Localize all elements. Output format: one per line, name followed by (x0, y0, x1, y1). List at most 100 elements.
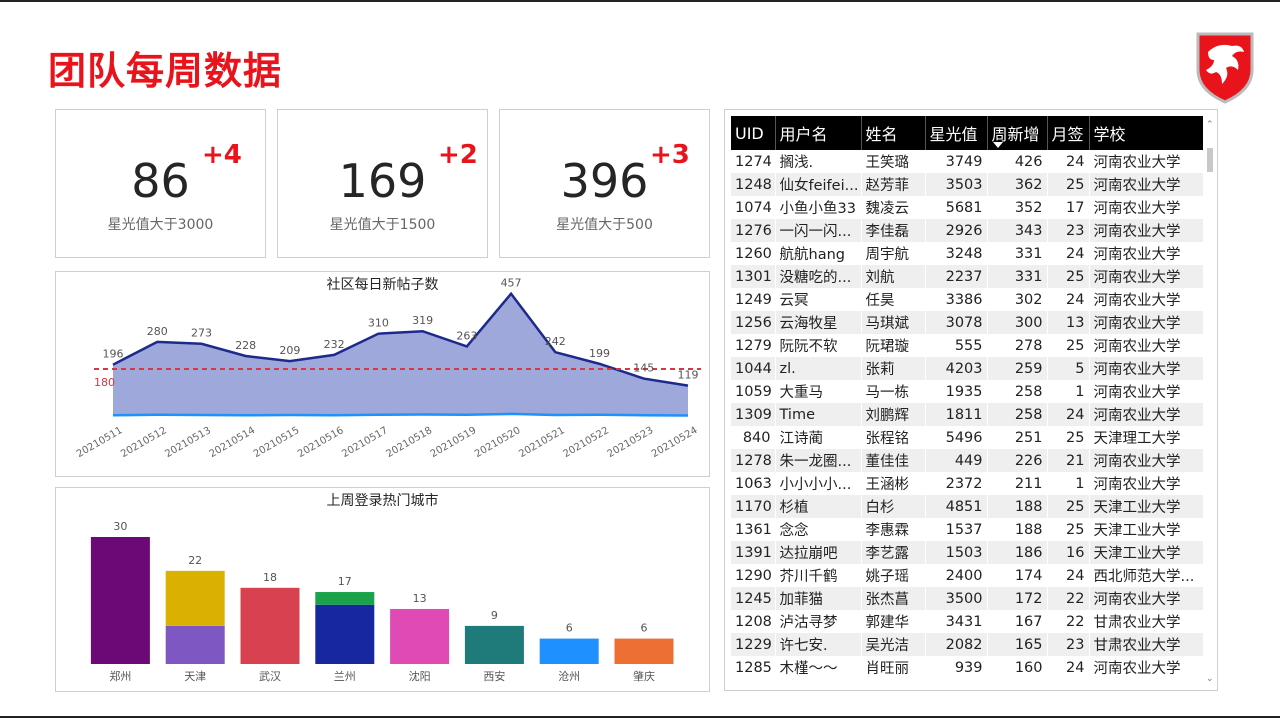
daily-posts-chart: 社区每日新帖子数 180 196 280 273 228 209 232 310 319 263 4… (55, 271, 710, 477)
table-cell: 河南农业大学 (1088, 656, 1203, 679)
table-cell: 肖旺丽 (860, 656, 925, 679)
table-cell: 17 (1046, 196, 1089, 219)
table-cell: 1044 (731, 357, 775, 380)
table-cell: 周宇航 (860, 242, 925, 265)
table-cell: 13 (1046, 311, 1089, 334)
table-cell: 达拉崩吧 (774, 541, 861, 564)
table-cell: 259 (986, 357, 1047, 380)
table-cell: 362 (986, 173, 1047, 196)
data-label: 319 (412, 314, 433, 327)
column-header[interactable]: 学校 (1088, 116, 1203, 150)
table-cell: 1074 (731, 196, 775, 219)
table-row[interactable]: 1208 泸沽寻梦 郭建华 3431 167 22 甘肃农业大学 (731, 610, 1203, 633)
table-cell: 天津工业大学 (1088, 541, 1203, 564)
table-row[interactable]: 1260 航航hang 周宇航 3248 331 24 河南农业大学 (731, 242, 1203, 265)
scroll-thumb[interactable] (1207, 148, 1213, 172)
table-cell: 甘肃农业大学 (1088, 610, 1203, 633)
table-cell: 3431 (924, 610, 987, 633)
table-cell: 167 (986, 610, 1047, 633)
table-cell: 董佳佳 (860, 449, 925, 472)
x-tick-label: 20210517 (340, 425, 390, 460)
table-row[interactable]: 1301 没糖吃的... 刘航 2237 331 25 河南农业大学 (731, 265, 1203, 288)
table-cell: 河南农业大学 (1088, 334, 1203, 357)
table-cell: 251 (986, 426, 1047, 449)
x-tick-label: 兰州 (334, 670, 356, 683)
table-row[interactable]: 1391 达拉崩吧 李艺露 1503 186 16 天津工业大学 (731, 541, 1203, 564)
table-row[interactable]: 1249 云冥 任昊 3386 302 24 河南农业大学 (731, 288, 1203, 311)
table-row[interactable]: 1276 一闪一闪... 李佳磊 2926 343 23 河南农业大学 (731, 219, 1203, 242)
table-cell: 5 (1046, 357, 1089, 380)
table-cell: 河南农业大学 (1088, 357, 1203, 380)
bar-segment (240, 587, 300, 664)
table-cell: 马琪斌 (860, 311, 925, 334)
table-cell: 1063 (731, 472, 775, 495)
bar-value-label: 18 (263, 571, 277, 584)
data-label: 273 (191, 327, 212, 340)
table-cell: 2400 (924, 564, 987, 587)
column-header[interactable]: 周新增 (986, 116, 1047, 150)
table-cell: 1301 (731, 265, 775, 288)
table-cell: 1208 (731, 610, 775, 633)
table-row[interactable]: 1274 搁浅. 王笑璐 3749 426 24 河南农业大学 (731, 150, 1203, 173)
table-row[interactable]: 1170 杉植 白杉 4851 188 25 天津工业大学 (731, 495, 1203, 518)
kpi-delta: +4 (202, 140, 242, 170)
table-row[interactable]: 1309 Time 刘鹏辉 1811 258 24 河南农业大学 (731, 403, 1203, 426)
table-cell: 3500 (924, 587, 987, 610)
data-label: 145 (633, 362, 654, 375)
data-label: 228 (235, 339, 256, 352)
table-row[interactable]: 840 江诗蔺 张程铭 5496 251 25 天津理工大学 (731, 426, 1203, 449)
table-cell: 王涵彬 (860, 472, 925, 495)
table-cell: 426 (986, 150, 1047, 173)
table-row[interactable]: 1248 仙女feifei... 赵芳菲 3503 362 25 河南农业大学 (731, 173, 1203, 196)
column-header[interactable]: UID (731, 116, 775, 150)
x-tick-label: 郑州 (109, 669, 131, 683)
table-row[interactable]: 1256 云海牧星 马琪斌 3078 300 13 河南农业大学 (731, 311, 1203, 334)
scroll-up-icon[interactable]: ⌃ (1206, 120, 1214, 130)
table-cell: 1290 (731, 564, 775, 587)
table-row[interactable]: 1279 阮阮不软 阮珺璇 555 278 25 河南农业大学 (731, 334, 1203, 357)
table-row[interactable]: 1044 zl. 张莉 4203 259 5 河南农业大学 (731, 357, 1203, 380)
table-cell: 王笑璐 (860, 150, 925, 173)
table-row[interactable]: 1278 朱一龙圈... 董佳佳 449 226 21 河南农业大学 (731, 449, 1203, 472)
data-label: 199 (589, 347, 610, 360)
scroll-down-icon[interactable]: ⌄ (1206, 674, 1214, 684)
column-header[interactable]: 星光值 (924, 116, 987, 150)
kpi-card-500: 396 +3 星光值大于500 (499, 109, 710, 258)
table-scrollbar[interactable]: ⌃ ⌄ (1205, 116, 1215, 686)
table-row[interactable]: 1290 芥川千鹤 姚子瑶 2400 174 24 西北师范大学... (731, 564, 1203, 587)
column-header[interactable]: 姓名 (860, 116, 925, 150)
column-header[interactable]: 月签 (1046, 116, 1089, 150)
table-cell: 加菲猫 (774, 587, 861, 610)
table-row[interactable]: 1229 许七安. 吴光洁 2082 165 23 甘肃农业大学 (731, 633, 1203, 656)
table-cell: 188 (986, 518, 1047, 541)
table-row[interactable]: 1063 小小小小... 王涵彬 2372 211 1 河南农业大学 (731, 472, 1203, 495)
table-cell: 郭建华 (860, 610, 925, 633)
table-cell: 1 (1046, 380, 1089, 403)
table-row[interactable]: 1245 加菲猫 张杰菖 3500 172 22 河南农业大学 (731, 587, 1203, 610)
table-cell: 云冥 (774, 288, 861, 311)
user-table-panel[interactable]: UID 用户名 姓名 星光值 周新增 月签 学校 1274 搁浅. 王笑璐 3749 426 24 河南… (724, 109, 1218, 691)
table-cell: 23 (1046, 219, 1089, 242)
table-cell: 白杉 (860, 495, 925, 518)
table-row[interactable]: 1074 小鱼小鱼33 魏凌云 5681 352 17 河南农业大学 (731, 196, 1203, 219)
table-cell: 甘肃农业大学 (1088, 633, 1203, 656)
table-row[interactable]: 1059 大重马 马一栋 1935 258 1 河南农业大学 (731, 380, 1203, 403)
table-cell: 1249 (731, 288, 775, 311)
sort-desc-icon[interactable] (992, 142, 1003, 148)
table-body: 1274 搁浅. 王笑璐 3749 426 24 河南农业大学 1248 仙女feifei...… (731, 150, 1203, 679)
table-cell: 1 (1046, 472, 1089, 495)
table-row[interactable]: 1285 木槿～～ 肖旺丽 939 160 24 河南农业大学 (731, 656, 1203, 679)
table-row[interactable]: 1361 念念 李惠霖 1537 188 25 天津工业大学 (731, 518, 1203, 541)
table-cell: 24 (1046, 288, 1089, 311)
table-cell: 300 (986, 311, 1047, 334)
table-cell: 1391 (731, 541, 775, 564)
x-tick-label: 20210519 (429, 425, 479, 460)
table-cell: 5496 (924, 426, 987, 449)
table-cell: 芥川千鹤 (774, 564, 861, 587)
login-cities-chart: 上周登录热门城市 30 郑州 22 天津 18 武汉 17 兰州 13 沈阳 9 西安 6 沧州 6 肇庆 (55, 487, 710, 692)
column-header[interactable]: 用户名 (774, 116, 861, 150)
table-cell: 3078 (924, 311, 987, 334)
bottom-border (0, 716, 1280, 718)
table-cell: 一闪一闪... (774, 219, 861, 242)
table-cell: zl. (774, 357, 861, 380)
